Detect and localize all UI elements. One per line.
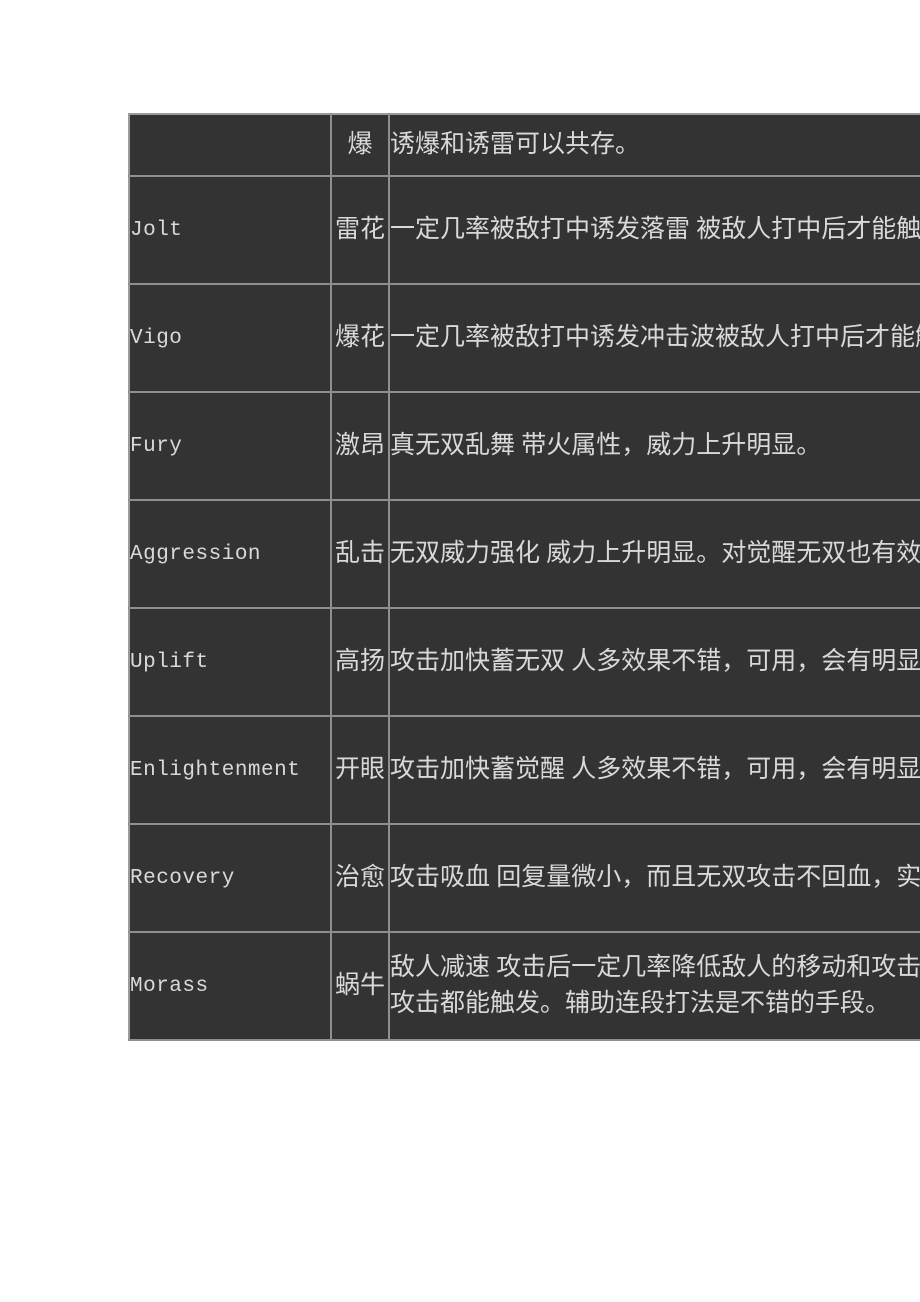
skill-description-line: 攻击加快蓄无双 人多效果不错，可用，会有明显提升。: [390, 647, 920, 675]
skill-abbr-cell: 激昂: [331, 392, 390, 501]
skill-abbr-cell: 爆花: [331, 284, 390, 393]
skill-description-cell: 攻击吸血 回复量微小，而且无双攻击不回血，实用性低。: [389, 824, 920, 933]
skill-name-cell: Fury: [129, 392, 332, 501]
skill-table: 爆诱爆和诱雷可以共存。Jolt雷花一定几率被敌打中诱发落雷 被敌人打中后才能触发…: [128, 113, 920, 1041]
skill-description-cell: 攻击加快蓄觉醒 人多效果不错，可用，会有明显提升。: [389, 716, 920, 825]
skill-abbr-cell: 爆: [331, 114, 390, 177]
skill-abbr-cell: 雷花: [331, 176, 390, 285]
skill-abbr-cell: 治愈: [331, 824, 390, 933]
table-row: Aggression 乱击 无双威力强化 威力上升明显。对觉醒无双也有效果。: [129, 500, 920, 609]
skill-description-cell: 无双威力强化 威力上升明显。对觉醒无双也有效果。: [389, 500, 920, 609]
skill-name-cell: Vigo: [129, 284, 332, 393]
page-root: 爆诱爆和诱雷可以共存。Jolt雷花一定几率被敌打中诱发落雷 被敌人打中后才能触发…: [0, 0, 920, 1302]
skill-description-cell: 一定几率被敌打中诱发冲击波被敌人打中后才能触发，被动技能。: [389, 284, 920, 393]
skill-abbr-cell: 开眼: [331, 716, 390, 825]
skill-description-line: 诱爆和诱雷可以共存。: [390, 130, 641, 158]
skill-description-cell: 敌人减速 攻击后一定几率降低敌人的移动和攻击速度，普通攻击都能触发。辅助连段打法…: [389, 932, 920, 1041]
skill-description-line: 敌人减速 攻击后一定几率降低敌人的移动和攻击速度，普通: [390, 953, 920, 981]
skill-description-line: 真无双乱舞 带火属性，威力上升明显。: [390, 431, 822, 459]
skill-description-line: 无双威力强化 威力上升明显。对觉醒无双也有效果。: [390, 539, 920, 567]
skill-table-body: 爆诱爆和诱雷可以共存。Jolt雷花一定几率被敌打中诱发落雷 被敌人打中后才能触发…: [129, 114, 920, 1041]
skill-description-line: 攻击加快蓄觉醒 人多效果不错，可用，会有明显提升。: [390, 755, 920, 783]
table-row: Jolt雷花一定几率被敌打中诱发落雷 被敌人打中后才能触发，被动技能。: [129, 176, 920, 285]
skill-name-cell: [129, 114, 332, 177]
skill-name-cell: Jolt: [129, 176, 332, 285]
skill-name-cell: Recovery: [129, 824, 332, 933]
skill-name-cell: Enlightenment: [129, 716, 332, 825]
skill-name-cell: Uplift: [129, 608, 332, 717]
table-row: Morass蜗牛敌人减速 攻击后一定几率降低敌人的移动和攻击速度，普通攻击都能触…: [129, 932, 920, 1041]
skill-description-line: 一定几率被敌打中诱发冲击波被敌人打中后才能触发，被动技能。: [390, 323, 920, 351]
skill-description-cell: 诱爆和诱雷可以共存。: [389, 114, 920, 177]
table-row: Uplift高扬攻击加快蓄无双 人多效果不错，可用，会有明显提升。: [129, 608, 920, 717]
table-row: Fury 激昂 真无双乱舞 带火属性，威力上升明显。: [129, 392, 920, 501]
table-row: 爆诱爆和诱雷可以共存。: [129, 114, 920, 177]
skill-abbr-cell: 蜗牛: [331, 932, 390, 1041]
skill-name-cell: Morass: [129, 932, 332, 1041]
table-row: Vigo爆花一定几率被敌打中诱发冲击波被敌人打中后才能触发，被动技能。: [129, 284, 920, 393]
table-row: Enlightenment开眼攻击加快蓄觉醒 人多效果不错，可用，会有明显提升。: [129, 716, 920, 825]
skill-abbr-cell: 乱击: [331, 500, 390, 609]
skill-table-container: 爆诱爆和诱雷可以共存。Jolt雷花一定几率被敌打中诱发落雷 被敌人打中后才能触发…: [128, 113, 920, 1041]
table-row: Recovery治愈攻击吸血 回复量微小，而且无双攻击不回血，实用性低。: [129, 824, 920, 933]
skill-description-cell: 一定几率被敌打中诱发落雷 被敌人打中后才能触发，被动技能。: [389, 176, 920, 285]
skill-description-line: 一定几率被敌打中诱发落雷 被敌人打中后才能触发，被动技能。: [390, 215, 920, 243]
skill-name-cell: Aggression: [129, 500, 332, 609]
skill-description-line: 攻击吸血 回复量微小，而且无双攻击不回血，实用性低。: [390, 863, 920, 891]
skill-description-cell: 攻击加快蓄无双 人多效果不错，可用，会有明显提升。: [389, 608, 920, 717]
skill-description-cell: 真无双乱舞 带火属性，威力上升明显。: [389, 392, 920, 501]
skill-abbr-cell: 高扬: [331, 608, 390, 717]
skill-description-line: 攻击都能触发。辅助连段打法是不错的手段。: [390, 990, 891, 1017]
